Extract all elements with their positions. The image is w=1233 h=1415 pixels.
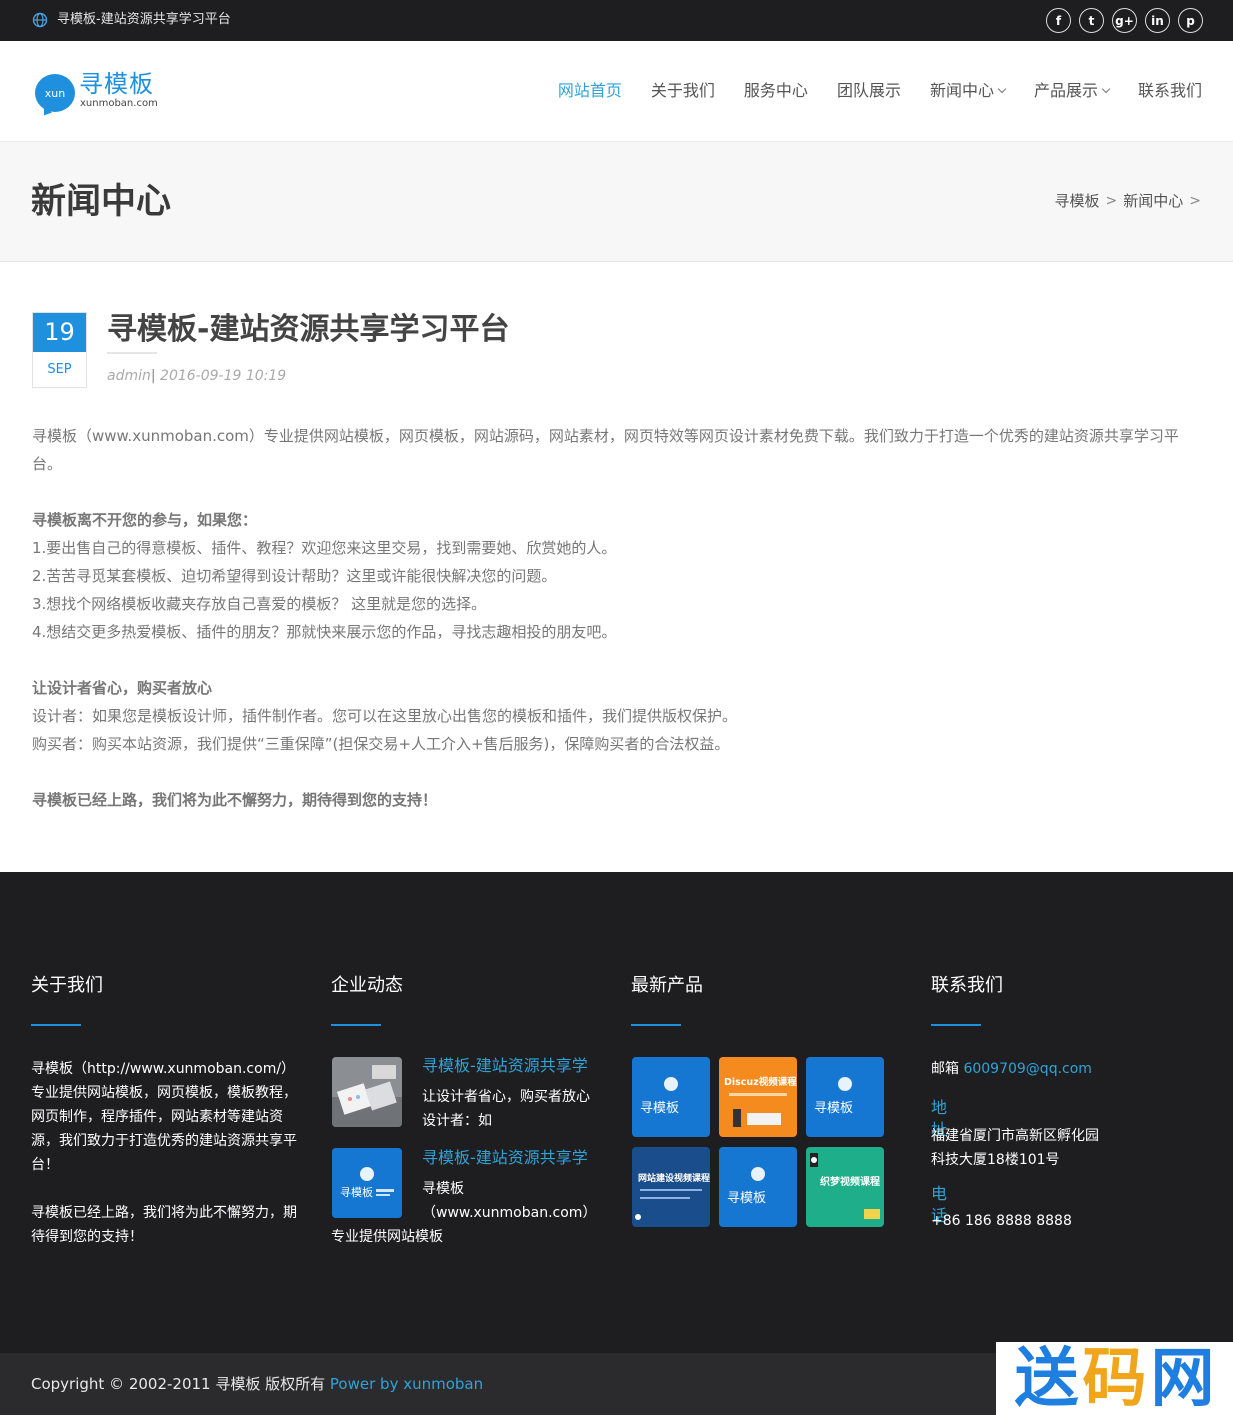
footer-heading: 最新产品 [631,975,703,996]
breadcrumb-separator: > [1105,193,1118,209]
article-datetime: 2016-09-19 10:19 [160,368,287,384]
heading-underline [331,1024,381,1026]
watermark-char: 码 [1082,1341,1147,1415]
site-logo[interactable]: xun 寻模板 xunmoban.com [35,70,165,114]
linkedin-icon[interactable]: in [1145,8,1170,33]
article-author[interactable]: admin [107,368,151,384]
page-title: 新闻中心 [31,182,172,222]
svg-text:寻模板: 寻模板 [814,1101,853,1116]
nav-item-home[interactable]: 网站首页 [558,79,622,103]
breadcrumb: 寻模板 > 新闻中心 > [1055,190,1202,212]
article-body: 寻模板（www.xunmoban.com）专业提供网站模板，网页模板，网站源码，… [32,422,1202,814]
product-thumbnail[interactable]: 织梦视频课程 [806,1147,884,1227]
post-day: 19 [33,313,86,352]
page-title-band: 新闻中心 寻模板 > 新闻中心 > [0,142,1233,262]
logo-domain: xunmoban.com [80,98,158,109]
chevron-down-icon [997,84,1007,94]
facebook-icon[interactable]: f [1046,8,1071,33]
post-date-badge: 19 SEP [32,312,87,388]
address-text: 福建省厦门市高新区孵化园 科技大厦18楼101号 [931,1128,1099,1168]
svg-text:寻模板: 寻模板 [640,1101,679,1116]
product-thumbnail[interactable]: 寻模板 [806,1057,884,1137]
list-item: 购买者：购买本站资源，我们提供“三重保障”(担保交易+人工介入+售后服务)，保障… [32,735,730,753]
site-title: 寻模板-建站资源共享学习平台 [57,12,231,27]
news-thumbnail[interactable]: 寻模板 [332,1148,402,1218]
phone-number: +86 186 8888 8888 [931,1213,1072,1229]
article-meta: admin| 2016-09-19 10:19 [107,366,286,386]
article-closing: 寻模板已经上路，我们将为此不懈努力，期待得到您的支持！ [32,791,438,809]
svg-text:织梦视频课程: 织梦视频课程 [820,1175,880,1188]
top-bar: 寻模板-建站资源共享学习平台 f t g+ in p [0,0,1233,41]
site-header: xun 寻模板 xunmoban.com 网站首页 关于我们 服务中心 团队展示… [0,41,1233,142]
globe-icon [32,12,48,28]
list-item: 设计者：如果您是模板设计师，插件制作者。您可以在这里放心出售您的模板和插件，我们… [32,707,738,725]
section-heading: 寻模板离不开您的参与，如果您： [32,511,258,529]
news-title-link[interactable]: 寻模板-建站资源共享学 [422,1055,588,1077]
power-link[interactable]: Power by xunmoban [330,1375,483,1393]
news-excerpt: 专业提供网站模板 [331,1229,443,1245]
nav-item-news[interactable]: 新闻中心 [930,79,1007,103]
watermark-char: 送 [1014,1341,1079,1415]
article-title: 寻模板-建站资源共享学习平台 [107,312,510,347]
nav-item-contact[interactable]: 联系我们 [1138,79,1202,103]
svg-text:Discuz视频课程: Discuz视频课程 [724,1076,797,1088]
svg-text:寻模板: 寻模板 [727,1191,766,1206]
heading-underline [931,1024,981,1026]
news-thumbnail[interactable] [332,1057,402,1127]
breadcrumb-news[interactable]: 新闻中心 [1123,190,1183,212]
post-month: SEP [47,362,72,377]
heading-underline [631,1024,681,1026]
breadcrumb-separator: > [1189,193,1201,209]
google-plus-icon[interactable]: g+ [1112,8,1137,33]
heading-underline [31,1024,81,1026]
footer-heading: 关于我们 [31,975,103,996]
title-underline [107,352,157,354]
list-item: 2.苦苦寻觅某套模板、迫切希望得到设计帮助？这里或许能很快解决您的问题。 [32,567,557,585]
logo-badge: xun [35,74,75,112]
article-intro: 寻模板（www.xunmoban.com）专业提供网站模板，网页模板，网站源码，… [32,427,1179,473]
news-title-link[interactable]: 寻模板-建站资源共享学 [422,1147,588,1169]
logo-name: 寻模板 [79,70,154,98]
twitter-icon[interactable]: t [1079,8,1104,33]
list-item: 1.要出售自己的得意模板、插件、教程？欢迎您来这里交易，找到需要她、欣赏她的人。 [32,539,617,557]
main-nav: 网站首页 关于我们 服务中心 团队展示 新闻中心 产品展示 联系我们 [529,79,1202,103]
list-item: 4.想结交更多热爱模板、插件的朋友？那就快来展示您的作品，寻找志趣相投的朋友吧。 [32,623,617,641]
section-heading: 让设计者省心，购买者放心 [32,679,213,697]
watermark-logo: 送 码 网 [996,1342,1233,1415]
svg-text:寻模板: 寻模板 [340,1185,373,1199]
meta-separator: | [150,368,156,384]
news-excerpt: 让设计者省心，购买者放心 设计者：如 [422,1089,590,1129]
about-text: 寻模板（http://www.xunmoban.com/） 专业提供网站模板，网… [31,1061,297,1245]
copyright-text: Copyright © 2002-2011 寻模板 版权所有 Power by … [31,1375,484,1393]
footer-heading: 联系我们 [931,975,1003,996]
email-link[interactable]: 6009709@qq.com [963,1061,1091,1077]
product-thumbnail[interactable]: 网站建设视频课程 [632,1147,710,1227]
site-footer: 关于我们 寻模板（http://www.xunmoban.com/） 专业提供网… [0,872,1233,1353]
product-thumbnail[interactable]: Discuz视频课程 [719,1057,797,1137]
breadcrumb-home[interactable]: 寻模板 [1055,190,1100,212]
news-excerpt: 寻模板 （www.xunmoban.com） [422,1181,597,1221]
pinterest-icon[interactable]: p [1178,8,1203,33]
nav-item-products[interactable]: 产品展示 [1034,79,1111,103]
list-item: 3.想找个网络模板收藏夹存放自己喜爱的模板？ 这里就是您的选择。 [32,595,487,613]
nav-item-team[interactable]: 团队展示 [837,79,901,103]
nav-item-services[interactable]: 服务中心 [744,79,808,103]
email-label: 邮箱 [931,1061,959,1077]
product-thumbnail[interactable]: 寻模板 [632,1057,710,1137]
footer-heading: 企业动态 [331,975,403,996]
contact-email: 邮箱 6009709@qq.com [931,1057,1092,1081]
watermark-char: 网 [1150,1341,1215,1415]
product-thumbnail[interactable]: 寻模板 [719,1147,797,1227]
chevron-down-icon [1101,84,1111,94]
social-links: f t g+ in p [1046,8,1203,33]
nav-item-about[interactable]: 关于我们 [651,79,715,103]
svg-text:网站建设视频课程: 网站建设视频课程 [638,1172,710,1184]
